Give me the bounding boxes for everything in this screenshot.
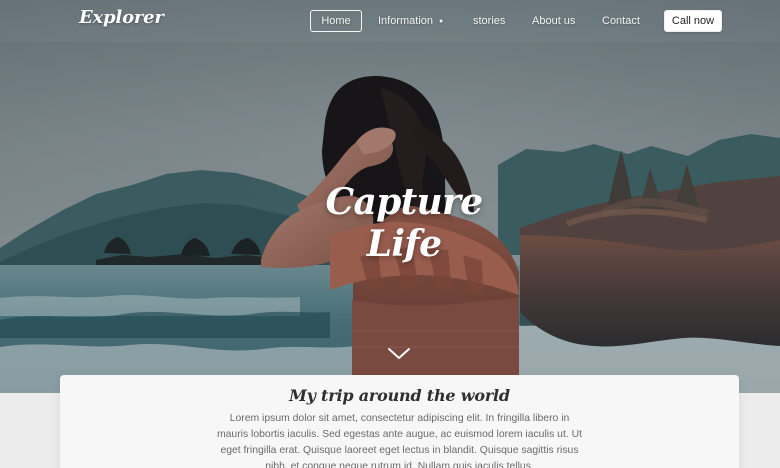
story-title: My trip around the world — [289, 386, 510, 405]
chevron-down-icon: ● — [439, 18, 444, 25]
nav-stories-link[interactable]: stories — [473, 10, 515, 32]
nav-home-link[interactable]: Home — [310, 10, 362, 32]
story-body: Lorem ipsum dolor sit amet, consectetur … — [210, 411, 589, 468]
story-line: mauris lobortis iaculis. Sed egestas ant… — [216, 429, 582, 440]
nav-information-dropdown[interactable]: Information ● — [378, 10, 456, 32]
nav-about-link[interactable]: About us — [532, 10, 584, 32]
landing-page: Explorer Home Information ● stories Abou… — [0, 0, 780, 468]
story-line: eget fringilla erat. Quisque laoreet ege… — [220, 445, 579, 456]
top-navigation: Explorer Home Information ● stories Abou… — [0, 0, 780, 42]
nav-contact-link[interactable]: Contact — [602, 10, 655, 32]
story-line: Lorem ipsum dolor sit amet, consectetur … — [229, 413, 570, 424]
nav-links: Home Information ● stories About us Cont… — [310, 10, 722, 32]
nav-information-label: Information — [378, 15, 434, 27]
hero-section: Explorer Home Information ● stories Abou… — [0, 0, 780, 393]
call-now-button[interactable]: Call now — [664, 10, 722, 32]
chevron-down-icon[interactable] — [387, 347, 411, 361]
story-card: My trip around the world Lorem ipsum dol… — [60, 375, 739, 468]
hero-title: Capture Life — [325, 181, 484, 265]
story-line: nibh, et congue neque rutrum id. Nullam … — [265, 461, 534, 468]
brand-logo[interactable]: Explorer — [79, 7, 164, 28]
